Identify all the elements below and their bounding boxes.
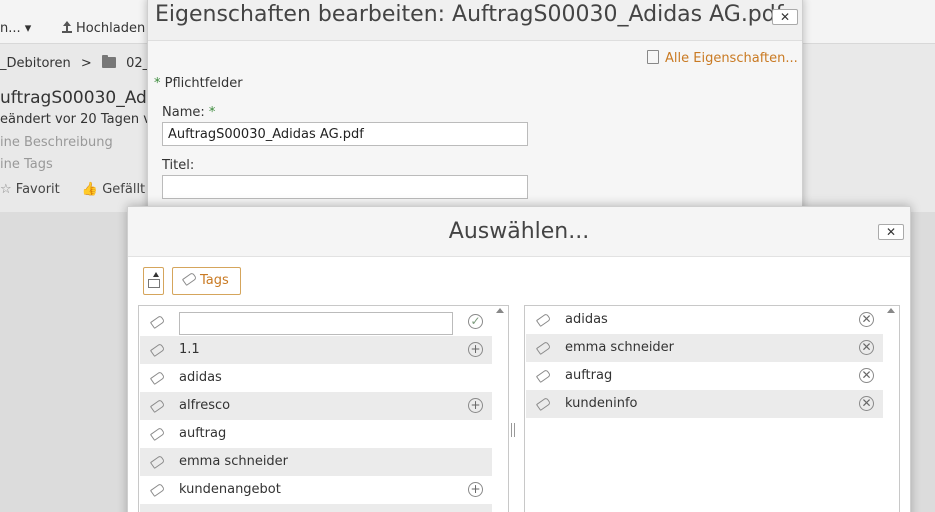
folder-up-icon <box>148 279 160 288</box>
edit-properties-dialog: Eigenschaften bearbeiten: AuftragS00030_… <box>147 0 803 226</box>
tag-row-next[interactable] <box>140 504 492 512</box>
select-dialog-header: Auswählen... ✕ <box>128 207 910 257</box>
tag-icon <box>181 271 198 287</box>
tag-label: 1.1 <box>179 342 200 357</box>
dialog-title: Eigenschaften bearbeiten: AuftragS00030_… <box>155 2 784 27</box>
tag-row-auftrag[interactable]: auftrag <box>140 420 492 448</box>
selected-tag-auftrag[interactable]: auftrag ✕ <box>526 362 883 390</box>
dialog-header: Eigenschaften bearbeiten: AuftragS00030_… <box>148 0 802 41</box>
tag-icon <box>149 454 166 470</box>
tag-label: adidas <box>565 312 608 327</box>
menu-dropdown[interactable]: n... ▾ <box>0 21 31 36</box>
tags-button[interactable]: Tags <box>172 267 241 295</box>
tag-icon <box>149 370 166 386</box>
tag-icon <box>149 398 166 414</box>
tag-label: auftrag <box>179 426 227 441</box>
remove-tag-button[interactable]: ✕ <box>859 396 874 411</box>
selected-tags-panel: adidas ✕ emma schneider ✕ auftrag ✕ kund… <box>524 305 900 512</box>
select-dialog-title: Auswählen... <box>448 219 590 244</box>
tag-label: alfresco <box>179 398 231 413</box>
tag-label: adidas <box>179 370 222 385</box>
tag-icon <box>149 342 166 358</box>
title-label: Titel: <box>162 158 195 173</box>
new-tag-icon <box>149 314 166 330</box>
document-actions: ☆ Favorit 👍 Gefällt mir <box>0 182 171 197</box>
confirm-new-tag-button[interactable]: ✓ <box>468 314 483 329</box>
tag-label: auftrag <box>565 368 613 383</box>
document-modified: eändert vor 20 Tagen vor <box>0 112 165 127</box>
document-description: ine Beschreibung <box>0 135 113 150</box>
remove-tag-button[interactable]: ✕ <box>859 340 874 355</box>
tag-icon <box>149 426 166 442</box>
tag-row-emma-schneider[interactable]: emma schneider <box>140 448 492 476</box>
tag-icon <box>535 340 552 356</box>
tag-row-adidas[interactable]: adidas <box>140 364 492 392</box>
edit-icon <box>647 50 659 64</box>
required-legend: * Pflichtfelder <box>154 76 243 91</box>
star-icon: ☆ <box>0 182 12 197</box>
selected-tag-emma-schneider[interactable]: emma schneider ✕ <box>526 334 883 362</box>
add-tag-button[interactable]: + <box>468 482 483 497</box>
selected-tag-adidas[interactable]: adidas ✕ <box>526 306 883 334</box>
add-tag-button[interactable]: + <box>468 398 483 413</box>
remove-tag-button[interactable]: ✕ <box>859 368 874 383</box>
tags-button-label: Tags <box>200 273 229 288</box>
selected-tag-kundeninfo[interactable]: kundeninfo ✕ <box>526 390 883 418</box>
upload-icon <box>62 21 72 33</box>
scroll-up-arrow[interactable] <box>496 308 504 313</box>
breadcrumb-separator: > <box>80 56 92 71</box>
tag-icon <box>535 368 552 384</box>
remove-tag-button[interactable]: ✕ <box>859 312 874 327</box>
close-button[interactable]: ✕ <box>772 9 798 25</box>
document-tags: ine Tags <box>0 157 53 172</box>
new-tag-input[interactable] <box>179 312 453 335</box>
panel-splitter[interactable] <box>511 423 515 437</box>
tag-label: kundenangebot <box>179 482 281 497</box>
folder-icon <box>101 55 116 68</box>
tag-row-kundenangebot[interactable]: kundenangebot + <box>140 476 492 504</box>
all-properties-link[interactable]: Alle Eigenschaften... <box>647 50 798 66</box>
tag-icon <box>535 396 552 412</box>
favorite-link[interactable]: ☆ Favorit <box>0 182 60 197</box>
select-dialog: Auswählen... ✕ Tags ✓ 1.1 + adidas alfre… <box>127 206 911 512</box>
tag-row-alfresco[interactable]: alfresco + <box>140 392 492 420</box>
tag-icon <box>535 312 552 328</box>
select-close-button[interactable]: ✕ <box>878 224 904 240</box>
document-title: uftragS00030_Adid <box>0 88 163 108</box>
tag-label: emma schneider <box>179 454 289 469</box>
thumbs-up-icon: 👍 <box>81 182 99 197</box>
name-input[interactable] <box>162 122 528 146</box>
scroll-up-arrow[interactable] <box>887 308 895 313</box>
add-tag-button[interactable]: + <box>468 342 483 357</box>
navigate-up-button[interactable] <box>143 267 164 295</box>
tag-row-1-1[interactable]: 1.1 + <box>140 336 492 364</box>
name-label: Name: * <box>162 105 216 120</box>
tag-icon <box>149 482 166 498</box>
title-input[interactable] <box>162 175 528 199</box>
available-tags-panel: ✓ 1.1 + adidas alfresco + auftrag emma s… <box>138 305 509 512</box>
tag-label: emma schneider <box>565 340 675 355</box>
new-tag-row: ✓ <box>140 308 492 336</box>
breadcrumb-item-debitoren[interactable]: _Debitoren <box>0 56 71 71</box>
upload-label: Hochladen <box>76 21 146 36</box>
tag-label: kundeninfo <box>565 396 638 411</box>
upload-button[interactable]: Hochladen <box>62 21 145 36</box>
